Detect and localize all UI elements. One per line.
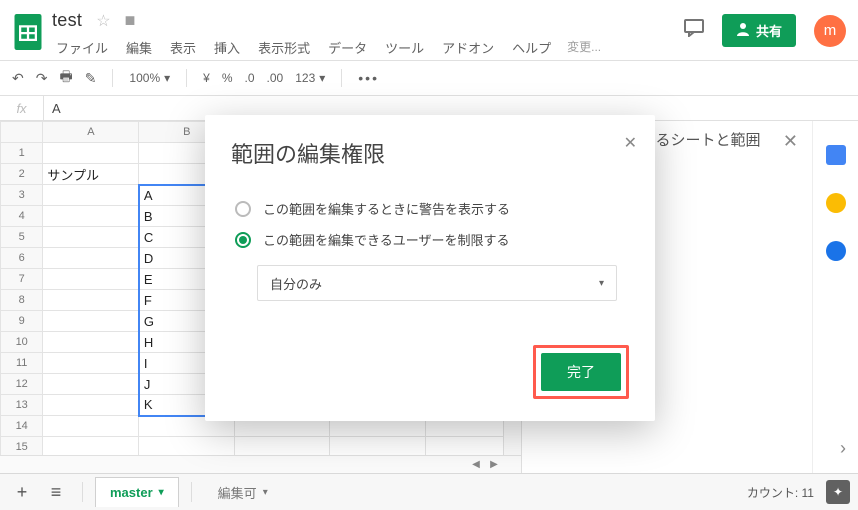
radio-checked-icon [235,232,251,248]
restrict-users-select[interactable]: 自分のみ ▾ [257,265,617,301]
modal-overlay: ✕ 範囲の編集権限 この範囲を編集するときに警告を表示する この範囲を編集できる… [0,0,858,510]
option-show-warning[interactable]: この範囲を編集するときに警告を表示する [231,193,629,224]
done-highlight: 完了 [533,345,629,399]
done-button[interactable]: 完了 [541,353,621,391]
range-permissions-dialog: ✕ 範囲の編集権限 この範囲を編集するときに警告を表示する この範囲を編集できる… [205,115,655,421]
chevron-down-icon: ▾ [599,278,604,289]
dialog-title: 範囲の編集権限 [231,137,629,169]
option-restrict-users[interactable]: この範囲を編集できるユーザーを制限する [231,224,629,255]
select-value: 自分のみ [270,274,322,293]
option-label: この範囲を編集できるユーザーを制限する [263,230,509,249]
dialog-close-icon[interactable]: ✕ [624,133,637,153]
radio-icon [235,201,251,217]
option-label: この範囲を編集するときに警告を表示する [263,199,510,218]
